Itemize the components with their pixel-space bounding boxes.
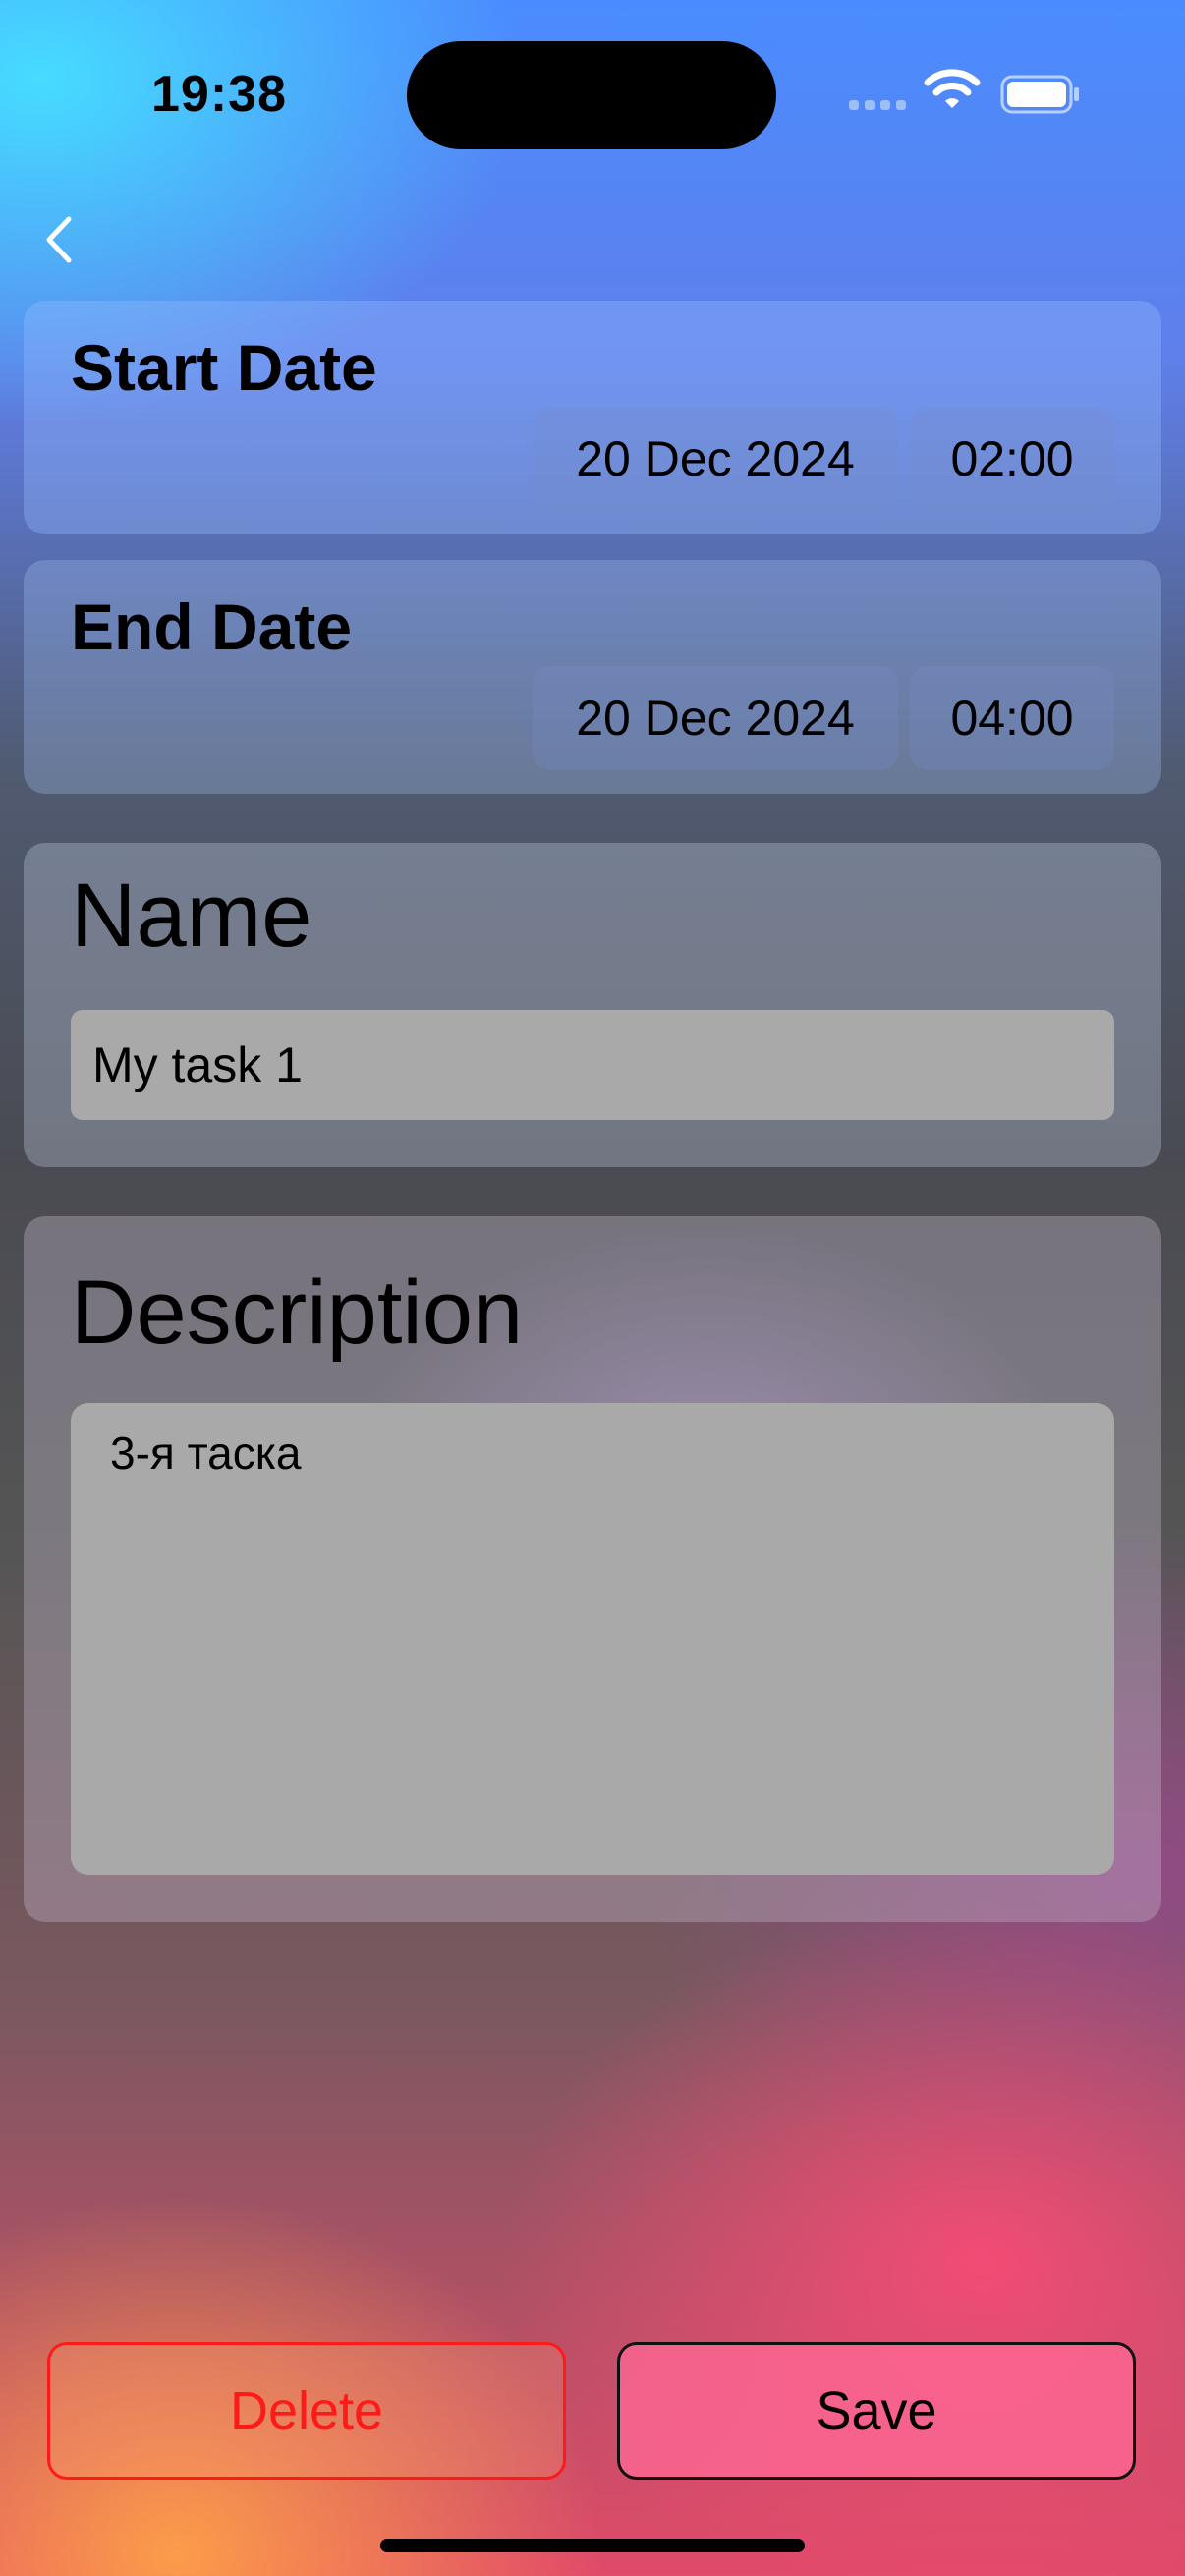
start-date-picker[interactable]: 20 Dec 2024 [533,407,898,511]
start-date-label: Start Date [71,331,377,404]
end-time-picker[interactable]: 04:00 [910,666,1114,770]
status-time: 19:38 [151,66,287,123]
chevron-left-icon [46,216,72,263]
name-input[interactable]: My task 1 [71,1010,1114,1120]
delete-button[interactable]: Delete [47,2342,566,2480]
wifi-icon [924,69,981,108]
description-card: Description 3-я таска [24,1216,1161,1922]
battery-icon [1000,75,1079,114]
cellular-signal-icon [849,100,906,110]
name-label: Name [71,866,312,966]
start-date-card: Start Date 20 Dec 2024 02:00 [24,301,1161,534]
end-date-label: End Date [71,590,353,663]
save-button[interactable]: Save [617,2342,1136,2480]
description-label: Description [71,1262,524,1363]
end-date-picker[interactable]: 20 Dec 2024 [533,666,898,770]
back-button[interactable] [29,210,88,269]
end-date-card: End Date 20 Dec 2024 04:00 [24,560,1161,794]
start-time-picker[interactable]: 02:00 [910,407,1114,511]
description-textarea[interactable]: 3-я таска [71,1403,1114,1875]
home-indicator [380,2539,805,2552]
dynamic-island [407,41,776,149]
name-card: Name My task 1 [24,843,1161,1167]
